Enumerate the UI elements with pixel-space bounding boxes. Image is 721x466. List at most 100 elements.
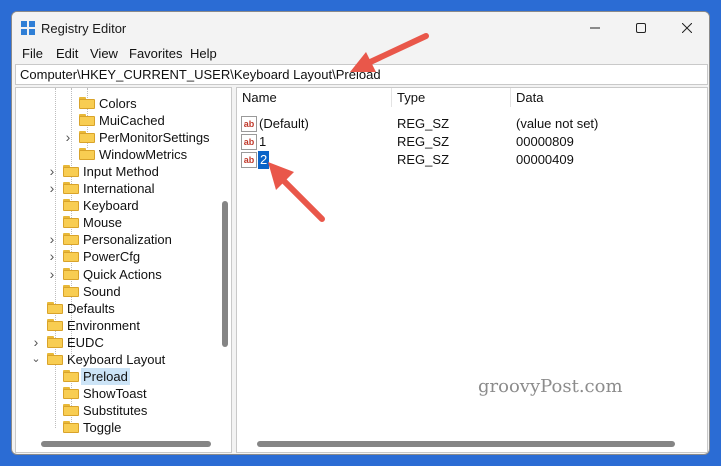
tree-item-label: Keyboard Layout	[67, 351, 166, 367]
column-header-type[interactable]: Type	[392, 88, 511, 107]
value-row[interactable]: ab 2 REG_SZ 00000409	[237, 151, 707, 169]
list-horizontal-scroll-thumb[interactable]	[257, 441, 675, 447]
tree-item-label: MuiCached	[99, 113, 165, 129]
address-bar[interactable]: Computer\HKEY_CURRENT_USER\Keyboard Layo…	[15, 64, 708, 85]
tree-item-label: ShowToast	[83, 385, 147, 401]
column-header-name[interactable]: Name	[237, 88, 392, 107]
tree-item-label: Personalization	[83, 232, 172, 248]
tree-item-label: Quick Actions	[83, 266, 162, 282]
registry-editor-app-icon	[21, 21, 35, 35]
folder-icon	[47, 301, 63, 314]
folder-icon	[47, 352, 63, 365]
tree-item-substitutes[interactable]: Substitutes	[47, 402, 216, 419]
folder-icon	[63, 216, 79, 229]
menu-help[interactable]: Help	[190, 46, 217, 61]
tree-item-toggle[interactable]: Toggle	[47, 419, 216, 436]
value-name[interactable]: 2	[258, 151, 270, 169]
tree-item-muicached[interactable]: MuiCached	[63, 112, 216, 129]
menu-bar: File Edit View Favorites Help	[12, 44, 709, 64]
value-type: REG_SZ	[397, 152, 450, 167]
tree-item-label: Sound	[83, 283, 121, 299]
chevron-right-icon[interactable]: ›	[47, 163, 57, 180]
folder-icon	[63, 182, 79, 195]
value-data: 00000809	[516, 134, 574, 149]
string-value-icon: ab	[241, 134, 257, 150]
tree-item-label: PowerCfg	[83, 249, 141, 265]
tree-horizontal-scrollbar[interactable]	[17, 435, 231, 452]
tree-vertical-scroll-thumb[interactable]	[222, 201, 228, 347]
folder-icon	[63, 403, 79, 416]
tree-item-powercfg[interactable]: › PowerCfg	[47, 248, 216, 265]
column-header-data[interactable]: Data	[511, 88, 707, 107]
watermark: groovyPost.com	[478, 376, 623, 397]
maximize-button[interactable]	[618, 12, 664, 44]
tree-item-preload[interactable]: Preload	[47, 367, 216, 385]
folder-icon	[79, 97, 95, 109]
value-name: 1	[259, 134, 267, 149]
tree-item-label: Mouse	[83, 215, 123, 231]
value-row[interactable]: ab 1 REG_SZ 00000809	[237, 133, 707, 151]
chevron-right-icon[interactable]: ›	[47, 248, 57, 265]
value-data: 00000409	[516, 152, 574, 167]
chevron-right-icon[interactable]: ›	[31, 334, 41, 351]
tree-item-environment[interactable]: Environment	[31, 317, 216, 334]
close-icon	[682, 23, 692, 33]
title-bar[interactable]: Registry Editor	[12, 12, 709, 44]
tree-item-defaults[interactable]: Defaults	[31, 300, 216, 317]
tree-item-quick-actions[interactable]: › Quick Actions	[47, 266, 216, 283]
chevron-right-icon[interactable]: ›	[63, 129, 73, 146]
folder-icon	[63, 386, 79, 399]
value-row[interactable]: ab (Default) REG_SZ (value not set)	[237, 115, 707, 133]
key-tree-pane[interactable]: Colors MuiCached › PerMonitorSettings Window…	[15, 87, 232, 453]
value-type: REG_SZ	[397, 116, 450, 131]
menu-file[interactable]: File	[22, 46, 43, 61]
folder-icon	[63, 233, 79, 246]
menu-favorites[interactable]: Favorites	[129, 46, 182, 61]
folder-icon	[63, 284, 79, 297]
tree-item-label: International	[83, 181, 155, 197]
tree-item-keyboard-layout[interactable]: ⌄ Keyboard Layout	[31, 351, 216, 368]
chevron-right-icon[interactable]: ›	[47, 180, 57, 197]
folder-icon	[47, 318, 63, 331]
folder-icon	[63, 250, 79, 263]
minimize-icon	[590, 27, 600, 29]
chevron-right-icon[interactable]: ›	[47, 231, 57, 248]
tree-item-label: WindowMetrics	[99, 147, 188, 163]
tree-item-showtoast[interactable]: ShowToast	[47, 385, 216, 402]
folder-icon	[79, 114, 95, 127]
list-horizontal-scrollbar[interactable]	[238, 435, 706, 452]
string-value-icon: ab	[241, 152, 257, 168]
tree-item-sound[interactable]: Sound	[47, 283, 216, 300]
window-title: Registry Editor	[41, 21, 127, 36]
string-value-icon: ab	[241, 116, 257, 132]
menu-view[interactable]: View	[90, 46, 118, 61]
tree-horizontal-scroll-thumb[interactable]	[41, 441, 211, 447]
content-panes: Colors MuiCached › PerMonitorSettings Window…	[15, 87, 708, 453]
tree-item-windowmetrics[interactable]: WindowMetrics	[63, 146, 216, 163]
chevron-right-icon[interactable]: ›	[47, 266, 57, 283]
tree-item-colors[interactable]: Colors	[63, 95, 216, 112]
tree-item-label: Substitutes	[83, 402, 148, 418]
tree-item-input-method[interactable]: › Input Method	[47, 163, 216, 180]
tree-item-label: Input Method	[83, 164, 159, 180]
minimize-button[interactable]	[572, 12, 618, 44]
menu-edit[interactable]: Edit	[56, 46, 78, 61]
tree-item-label: Toggle	[83, 419, 122, 435]
tree-item-label: EUDC	[67, 334, 104, 350]
tree-item-permonitorsettings[interactable]: › PerMonitorSettings	[63, 129, 216, 146]
folder-icon	[47, 335, 63, 348]
tree-vertical-scrollbar[interactable]	[219, 89, 231, 435]
values-list-pane[interactable]: Name Type Data ab (Default) REG_SZ (value n…	[236, 87, 708, 453]
tree-item-keyboard[interactable]: Keyboard	[47, 197, 216, 214]
tree-item-international[interactable]: › International	[47, 180, 216, 197]
chevron-down-icon[interactable]: ⌄	[31, 351, 41, 368]
tree-item-label: Keyboard	[83, 198, 139, 214]
folder-icon	[63, 267, 79, 280]
close-button[interactable]	[664, 12, 709, 44]
tree-item-mouse[interactable]: Mouse	[47, 214, 216, 231]
folder-icon	[63, 369, 79, 382]
folder-icon	[79, 148, 95, 161]
tree-item-eudc[interactable]: › EUDC	[31, 334, 216, 351]
tree-item-personalization[interactable]: › Personalization	[47, 231, 216, 248]
tree-item-label: PerMonitorSettings	[99, 130, 210, 146]
